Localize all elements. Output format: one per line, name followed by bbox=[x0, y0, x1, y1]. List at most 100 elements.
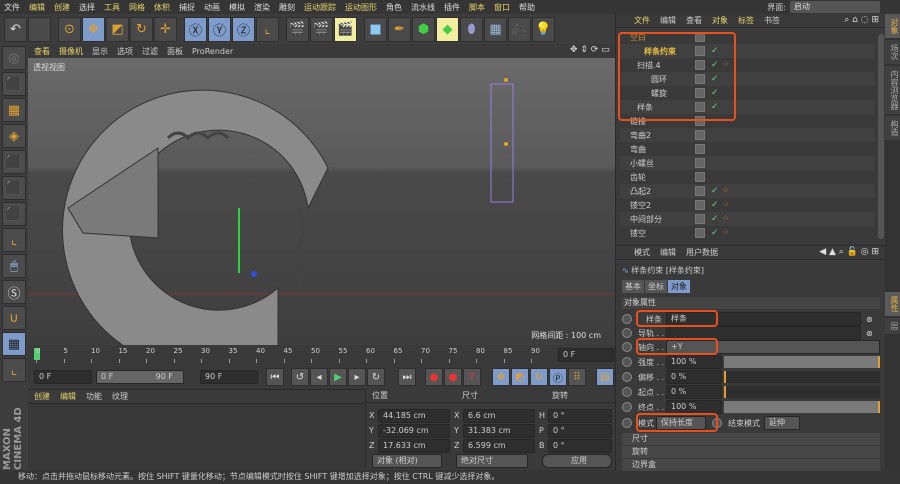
rotate-tool-button[interactable]: ↻ bbox=[130, 16, 153, 42]
light-button[interactable]: 💡 bbox=[532, 16, 555, 42]
record-button[interactable]: ● bbox=[425, 368, 443, 386]
side-tab[interactable]: 构造 bbox=[885, 116, 900, 140]
camera-button[interactable]: 🎥 bbox=[508, 16, 531, 42]
collapsed-group[interactable]: 旋转 bbox=[622, 446, 880, 458]
y-axis-button[interactable]: Ⓨ bbox=[208, 16, 231, 42]
collapsed-group[interactable]: 边界盒 bbox=[622, 459, 880, 471]
anim-radio[interactable] bbox=[622, 372, 632, 382]
range-slider[interactable]: 0 F 90 F bbox=[96, 370, 184, 384]
subdivision-button[interactable]: ⬢ bbox=[412, 16, 435, 42]
magnet-button[interactable]: ∪ bbox=[2, 306, 26, 330]
menu-item[interactable]: 插件 bbox=[444, 2, 460, 13]
viewport-menu-item[interactable]: 查看 bbox=[34, 46, 50, 57]
pick-spline-icon[interactable]: ⊛ bbox=[866, 315, 873, 324]
key-pla-button[interactable]: ⠿ bbox=[568, 368, 586, 386]
enabled-check-icon[interactable]: ✓ bbox=[711, 214, 719, 224]
prev-key-button[interactable]: ↺ bbox=[291, 368, 309, 386]
coordinate-system-button[interactable]: ⌞ bbox=[256, 16, 279, 42]
menu-item[interactable]: 网格 bbox=[129, 2, 145, 13]
workplane-axis-button[interactable]: ⌞ bbox=[2, 358, 26, 382]
layer-color-swatch[interactable] bbox=[695, 144, 705, 154]
tag-icon[interactable]: ⁘ bbox=[722, 186, 730, 196]
size-field[interactable]: 31.383 cm bbox=[463, 424, 535, 438]
object-menu-item[interactable]: 对象 bbox=[712, 15, 728, 26]
material-menu-item[interactable]: 编辑 bbox=[60, 391, 76, 402]
menu-item[interactable]: 流水线 bbox=[411, 2, 435, 13]
menu-item[interactable]: 模拟 bbox=[229, 2, 245, 13]
viewport-menu-item[interactable]: 面板 bbox=[167, 46, 183, 57]
side-tab[interactable]: 内容浏览器 bbox=[885, 66, 900, 114]
layer-color-swatch[interactable] bbox=[695, 130, 705, 140]
pick-rail-icon[interactable]: ⊛ bbox=[866, 329, 873, 338]
object-menu-item[interactable]: 标签 bbox=[738, 15, 754, 26]
viewport-menu-item[interactable]: 显示 bbox=[92, 46, 108, 57]
menu-item[interactable]: 帮助 bbox=[519, 2, 535, 13]
layer-color-swatch[interactable] bbox=[695, 172, 705, 182]
side-tab[interactable]: 场次 bbox=[885, 40, 900, 64]
material-menu-item[interactable]: 创建 bbox=[34, 391, 50, 402]
next-frame-button[interactable]: ▸ bbox=[348, 368, 366, 386]
object-menu-item[interactable]: 书签 bbox=[764, 15, 780, 26]
menu-item[interactable]: 运动跟踪 bbox=[304, 2, 336, 13]
points-mode-button[interactable]: ⬛ bbox=[2, 150, 26, 174]
menu-item[interactable]: 编辑 bbox=[29, 2, 45, 13]
anim-radio[interactable] bbox=[622, 402, 632, 412]
object-menu-item[interactable]: 文件 bbox=[634, 15, 650, 26]
size-field[interactable]: 6.6 cm bbox=[463, 409, 535, 423]
array-button[interactable]: ◆ bbox=[436, 16, 459, 42]
scale-tool-button[interactable]: ◩ bbox=[106, 16, 129, 42]
menu-item[interactable]: 动画 bbox=[204, 2, 220, 13]
rotation-field[interactable]: 0 ° bbox=[548, 424, 612, 438]
material-menu-item[interactable]: 功能 bbox=[86, 391, 102, 402]
object-scrollbar[interactable] bbox=[878, 34, 884, 239]
key-rotation-button[interactable]: ↻ bbox=[530, 368, 548, 386]
viewport-menu-item[interactable]: ProRender bbox=[192, 47, 233, 56]
current-frame-field[interactable]: 0 F bbox=[558, 348, 614, 362]
key-position-button[interactable]: ✥ bbox=[492, 368, 510, 386]
snap-button[interactable]: Ⓢ bbox=[2, 280, 26, 304]
object-row[interactable]: 弯曲2 bbox=[620, 128, 875, 142]
key-param-button[interactable]: Ⓟ bbox=[549, 368, 567, 386]
end-mode-dropdown[interactable]: 延伸 bbox=[764, 416, 800, 430]
timeline-button[interactable]: ▤ bbox=[596, 368, 614, 386]
menu-item[interactable]: 渲染 bbox=[254, 2, 270, 13]
prev-frame-button[interactable]: ◂ bbox=[310, 368, 328, 386]
next-key-button[interactable]: ↻ bbox=[367, 368, 385, 386]
object-row[interactable]: 中间部分 ✓ ⁘ bbox=[620, 212, 875, 226]
start-frame-field[interactable]: 0 F bbox=[34, 370, 92, 384]
size-mode-dropdown[interactable]: 绝对尺寸 bbox=[456, 454, 528, 468]
render-settings-button[interactable]: 🎬 bbox=[334, 16, 357, 42]
rotation-field[interactable]: 0 ° bbox=[548, 439, 612, 453]
tag-icon[interactable]: ⁘ bbox=[722, 228, 730, 238]
axis-mode-button[interactable]: ⌞ bbox=[2, 228, 26, 252]
menu-item[interactable]: 文件 bbox=[4, 2, 20, 13]
keyframe-selection-button[interactable]: ? bbox=[463, 368, 481, 386]
deformer-button[interactable]: ⬮ bbox=[460, 16, 483, 42]
spline-anim-radio[interactable] bbox=[622, 314, 632, 324]
cube-button[interactable]: ■ bbox=[364, 16, 387, 42]
polygons-mode-button[interactable]: ⬛ bbox=[2, 202, 26, 226]
transform-tool-button[interactable]: ✛ bbox=[154, 16, 177, 42]
pen-button[interactable]: ✒ bbox=[388, 16, 411, 42]
object-row[interactable]: 齿轮 bbox=[620, 170, 875, 184]
layer-color-swatch[interactable] bbox=[695, 186, 705, 196]
object-row[interactable]: 凸起2 ✓ ⁘ bbox=[620, 184, 875, 198]
object-row[interactable]: 镂空2 ✓ ⁘ bbox=[620, 198, 875, 212]
slider-value-field[interactable]: 100 % bbox=[666, 355, 722, 369]
timeline-ruler[interactable]: 0 5 10 15 20 25 30 35 40 45 50 55 60 65 70 75 80 85 90 0 F bbox=[28, 345, 615, 365]
layout-selector[interactable]: 界面: 启动 bbox=[767, 1, 880, 13]
material-menu-item[interactable]: 纹理 bbox=[112, 391, 128, 402]
go-to-end-button[interactable]: ⏭ bbox=[398, 368, 416, 386]
menu-item[interactable]: 运动图形 bbox=[345, 2, 377, 13]
layer-color-swatch[interactable] bbox=[695, 228, 705, 238]
slider-value-field[interactable]: 0 % bbox=[666, 370, 722, 384]
object-row[interactable]: 镂空 ✓ ⁘ bbox=[620, 226, 875, 240]
menu-item[interactable]: 角色 bbox=[386, 2, 402, 13]
render-view-button[interactable]: 🎬 bbox=[286, 16, 309, 42]
layer-color-swatch[interactable] bbox=[695, 158, 705, 168]
move-tool-button[interactable]: ✥ bbox=[82, 16, 105, 42]
rail-anim-radio[interactable] bbox=[622, 328, 632, 338]
axis-anim-radio[interactable] bbox=[622, 342, 632, 352]
menu-item[interactable]: 捕捉 bbox=[179, 2, 195, 13]
enabled-check-icon[interactable]: ✓ bbox=[711, 228, 719, 238]
